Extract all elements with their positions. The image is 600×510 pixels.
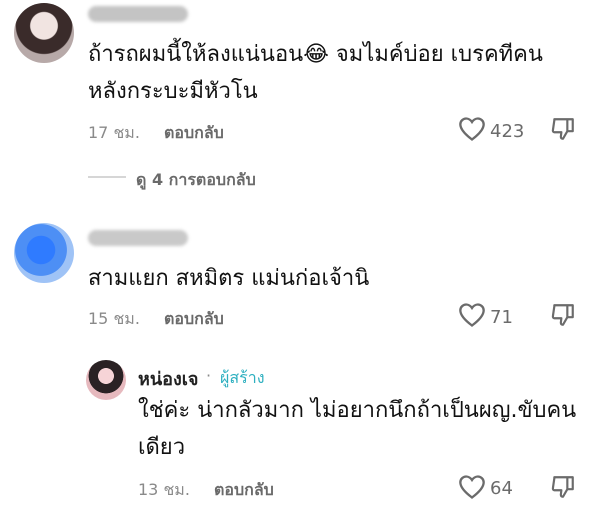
thumbs-down-outline-icon[interactable] xyxy=(550,474,576,500)
commenter-name-blurred[interactable] xyxy=(88,6,188,22)
thumbs-down-outline-icon[interactable] xyxy=(550,116,576,142)
reply-text-line-1: ใช่ค่ะ น่ากลัวมาก ไม่อยากนึกถ้าเป็นผญ.ขั… xyxy=(138,398,577,423)
comment-text-line-1: ถ้ารถผมนี้ให้ลงแน่นอน😂 จมไมค์บ่อย เบรคที… xyxy=(88,42,543,67)
name-separator: · xyxy=(206,366,212,385)
comment-timestamp: 17 ชม. xyxy=(88,123,140,142)
commenter-avatar[interactable] xyxy=(14,223,74,283)
reply-button[interactable]: ตอบกลับ xyxy=(164,121,224,146)
commenter-name-blurred[interactable] xyxy=(88,230,188,246)
heart-outline-icon[interactable] xyxy=(458,474,486,500)
reply-button[interactable]: ตอบกลับ xyxy=(214,478,274,503)
view-replies-button[interactable]: ดู 4 การตอบกลับ xyxy=(136,168,256,193)
comment-text-line-1: สามแยก สหมิตร แม่นก่อเจ้านิ xyxy=(88,266,370,291)
reply-button[interactable]: ตอบกลับ xyxy=(164,307,224,332)
thumbs-down-outline-icon[interactable] xyxy=(550,302,576,328)
reply-text-line-2: เดียว xyxy=(138,435,186,460)
creator-avatar[interactable] xyxy=(86,360,126,400)
creator-name[interactable]: หน่องเจ xyxy=(138,364,198,393)
comment-text-line-2: หลังกระบะมีหัวโน xyxy=(88,79,258,104)
heart-outline-icon[interactable] xyxy=(458,116,486,142)
reply-timestamp: 13 ชม. xyxy=(138,480,190,499)
like-count: 71 xyxy=(490,307,513,328)
like-count: 64 xyxy=(490,478,513,499)
view-replies-divider xyxy=(88,176,126,178)
comment-timestamp: 15 ชม. xyxy=(88,309,140,328)
commenter-avatar[interactable] xyxy=(14,3,74,63)
like-count: 423 xyxy=(490,121,525,142)
heart-outline-icon[interactable] xyxy=(458,302,486,328)
creator-badge: ผู้สร้าง xyxy=(220,368,265,387)
